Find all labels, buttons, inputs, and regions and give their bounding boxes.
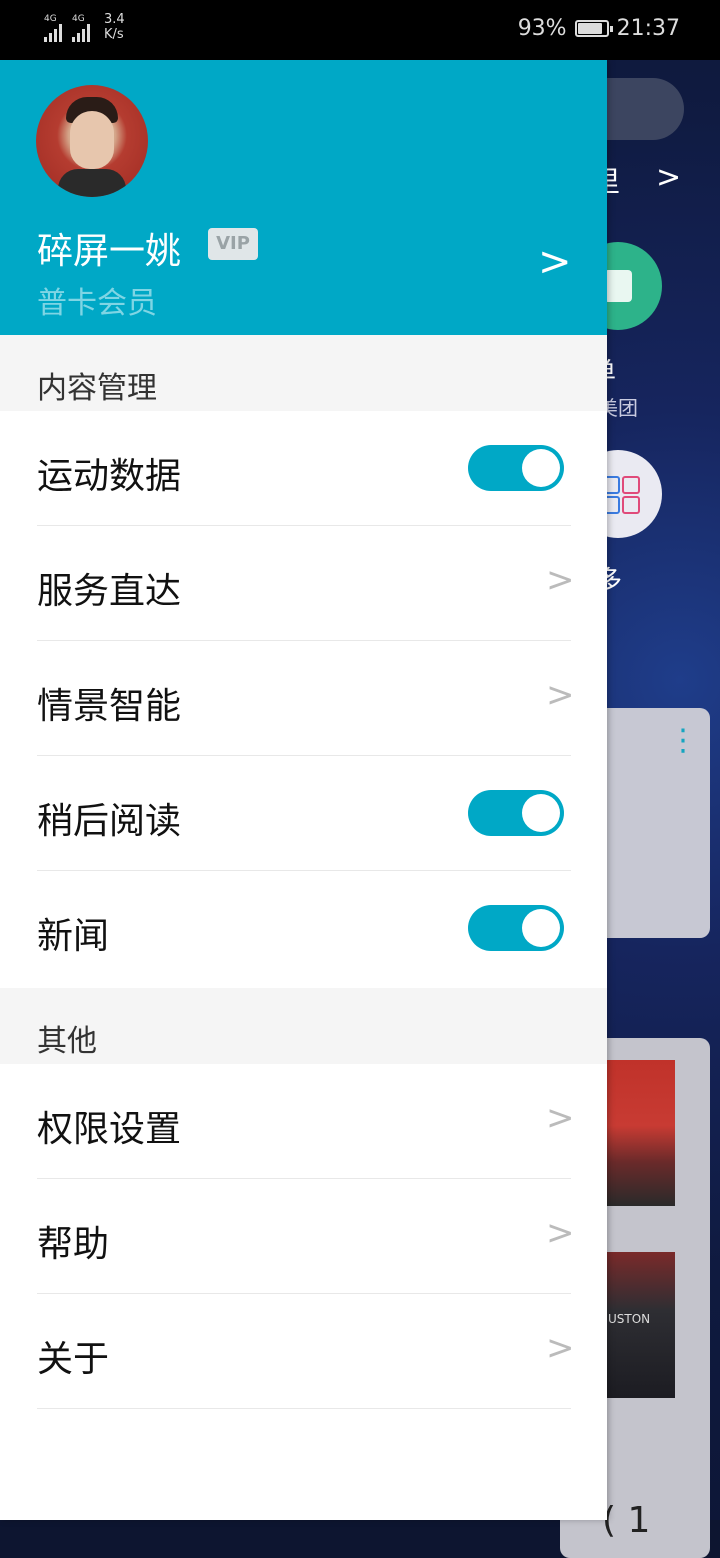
setting-news[interactable]: 新闻 <box>0 871 607 986</box>
chevron-right-icon: > <box>546 1213 575 1253</box>
network-type: 4G <box>72 14 85 24</box>
status-bar: 4G 4G 3.4 K/s 93% 21:37 <box>0 0 720 60</box>
setting-scene-intelligence[interactable]: 情景智能 > <box>0 641 607 756</box>
setting-about[interactable]: 关于 > <box>0 1294 607 1409</box>
setting-read-later[interactable]: 稍后阅读 <box>0 756 607 871</box>
net-speed-value: 3.4 <box>104 12 125 27</box>
setting-label: 新闻 <box>37 916 110 957</box>
setting-service-direct[interactable]: 服务直达 > <box>0 526 607 641</box>
setting-label: 情景智能 <box>37 686 182 727</box>
chevron-right-icon: > <box>546 1328 575 1368</box>
setting-label: 关于 <box>37 1339 110 1380</box>
section-header-content: 内容管理 <box>0 335 607 411</box>
setting-permissions[interactable]: 权限设置 > <box>0 1064 607 1179</box>
thumbnail-caption: USTON <box>608 1312 651 1326</box>
setting-sports-data[interactable]: 运动数据 <box>0 411 607 526</box>
username: 碎屏一姚 <box>37 231 182 272</box>
setting-help[interactable]: 帮助 > <box>0 1179 607 1294</box>
more-vertical-icon: ⋮ <box>668 726 698 756</box>
vip-badge: VIP <box>208 228 258 260</box>
chevron-right-icon: > <box>546 560 575 600</box>
status-right: 93% 21:37 <box>518 16 680 41</box>
news-thumbnail <box>600 1060 675 1206</box>
setting-label: 权限设置 <box>37 1109 182 1150</box>
net-speed: 3.4 K/s <box>104 12 125 42</box>
sports-data-toggle[interactable] <box>468 445 564 491</box>
setting-label: 运动数据 <box>37 456 182 497</box>
read-later-toggle[interactable] <box>468 790 564 836</box>
network-type: 4G <box>44 14 57 24</box>
chevron-right-icon: > <box>546 1098 575 1138</box>
signal-icon: 4G <box>44 14 62 42</box>
background-bottom-text: ( 1 <box>602 1500 651 1541</box>
setting-label: 服务直达 <box>37 571 182 612</box>
section-title: 其他 <box>37 1024 97 1059</box>
battery-icon <box>574 20 613 37</box>
setting-label: 帮助 <box>37 1224 110 1265</box>
member-level: 普卡会员 <box>37 286 157 321</box>
profile-header[interactable]: 碎屏一姚 VIP 普卡会员 > <box>0 60 607 335</box>
section-header-other: 其他 <box>0 988 607 1064</box>
setting-label: 稍后阅读 <box>37 801 182 842</box>
battery-percent: 93% <box>517 16 567 41</box>
signal-icon: 4G <box>72 14 90 42</box>
chevron-right-icon: > <box>546 675 575 715</box>
net-speed-unit: K/s <box>104 27 124 42</box>
section-title: 内容管理 <box>37 371 157 406</box>
navigation-drawer: 碎屏一姚 VIP 普卡会员 > 内容管理 运动数据 服务直达 > 情景智能 > … <box>0 60 607 1520</box>
news-thumbnail: USTON <box>600 1252 675 1398</box>
chevron-right-icon[interactable]: > <box>538 242 572 282</box>
divider <box>37 1408 571 1409</box>
clock: 21:37 <box>616 16 680 41</box>
chevron-right-icon: > <box>656 160 682 195</box>
avatar[interactable] <box>36 85 148 197</box>
status-left: 4G 4G 3.4 K/s <box>44 12 125 42</box>
news-toggle[interactable] <box>468 905 564 951</box>
